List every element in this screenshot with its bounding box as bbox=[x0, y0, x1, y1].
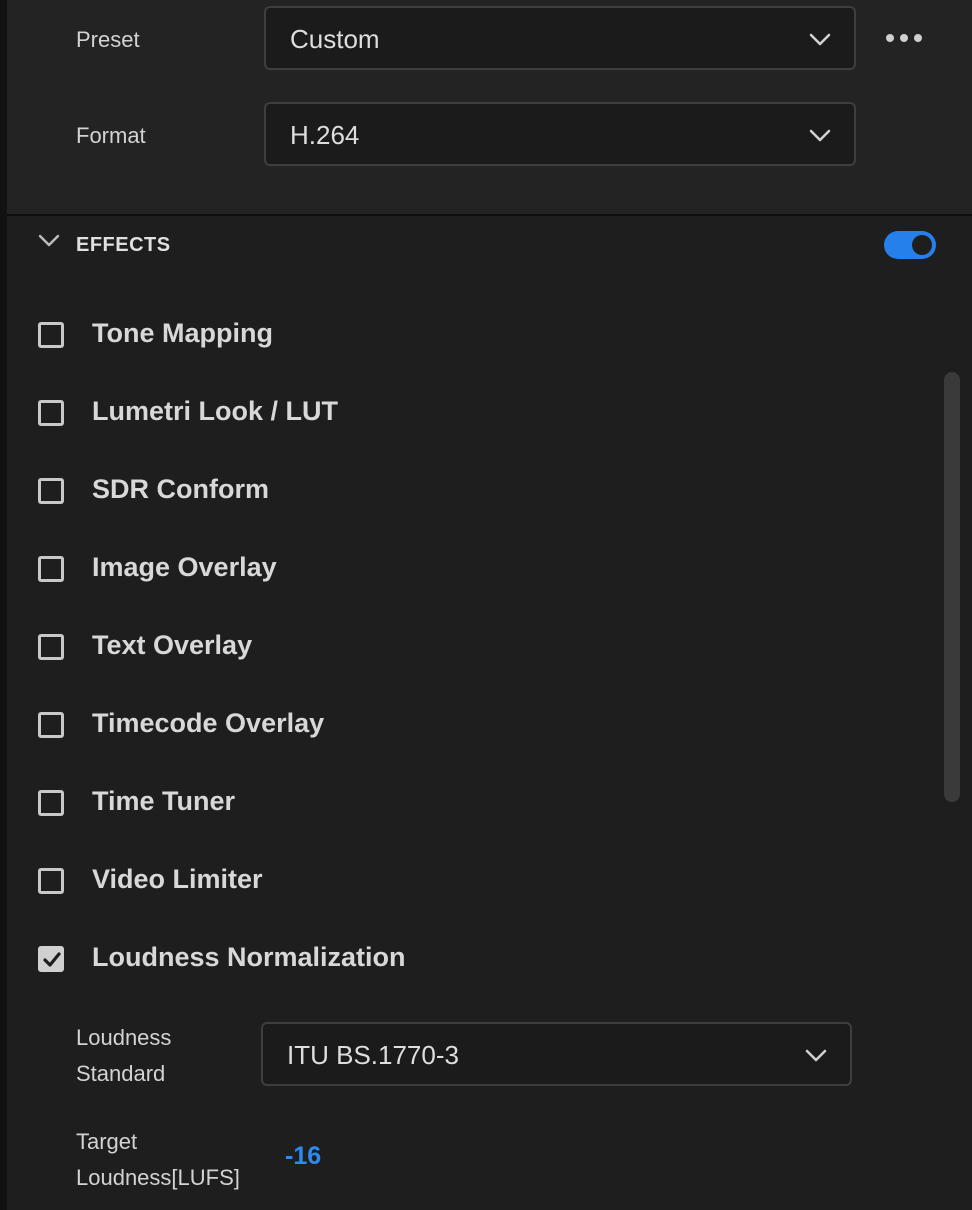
checkbox-unchecked[interactable] bbox=[38, 556, 64, 582]
target-loudness-label-line1: Target bbox=[76, 1129, 138, 1154]
format-label: Format bbox=[76, 123, 146, 148]
effect-label: Text Overlay bbox=[92, 630, 253, 660]
loudness-standard-label-line1: Loudness bbox=[76, 1025, 172, 1050]
chevron-down-icon bbox=[809, 33, 831, 46]
checkbox-unchecked[interactable] bbox=[38, 634, 64, 660]
checkbox-unchecked[interactable] bbox=[38, 712, 64, 738]
effect-label: Loudness Normalization bbox=[92, 942, 406, 972]
checkmark-icon bbox=[43, 952, 61, 967]
checkbox-unchecked[interactable] bbox=[38, 400, 64, 426]
effect-label: Video Limiter bbox=[92, 864, 263, 894]
checkbox-unchecked[interactable] bbox=[38, 868, 64, 894]
scrollbar-thumb[interactable] bbox=[944, 372, 960, 802]
chevron-down-icon bbox=[809, 129, 831, 142]
section-collapse-chevron-icon[interactable] bbox=[36, 230, 62, 252]
chevron-down-icon bbox=[805, 1049, 827, 1062]
effect-label: Time Tuner bbox=[92, 786, 236, 816]
checkbox-unchecked[interactable] bbox=[38, 790, 64, 816]
effect-label: Tone Mapping bbox=[92, 318, 273, 348]
loudness-standard-label-line2: Standard bbox=[76, 1061, 166, 1086]
section-divider bbox=[7, 214, 972, 216]
target-loudness-value[interactable]: -16 bbox=[285, 1142, 321, 1171]
export-settings-panel: Preset Custom Format H.264 EFFECTS Tone … bbox=[0, 0, 972, 1210]
target-loudness-label: Target Loudness[LUFS] bbox=[76, 1124, 256, 1196]
loudness-standard-label: Loudness Standard bbox=[76, 1020, 256, 1092]
effect-label: Image Overlay bbox=[92, 552, 277, 582]
effect-label: SDR Conform bbox=[92, 474, 269, 504]
target-loudness-label-line2: Loudness[LUFS] bbox=[76, 1165, 240, 1190]
loudness-standard-value: ITU BS.1770-3 bbox=[287, 1040, 459, 1070]
checkbox-unchecked[interactable] bbox=[38, 478, 64, 504]
effects-enable-toggle[interactable] bbox=[884, 231, 936, 259]
panel-edge bbox=[0, 0, 7, 1210]
effect-label: Lumetri Look / LUT bbox=[92, 396, 338, 426]
effect-label: Timecode Overlay bbox=[92, 708, 325, 738]
checkbox-checked[interactable] bbox=[38, 946, 64, 972]
effects-section-title: EFFECTS bbox=[76, 234, 171, 256]
checkbox-unchecked[interactable] bbox=[38, 322, 64, 348]
toggle-knob bbox=[912, 235, 932, 255]
format-value: H.264 bbox=[290, 120, 360, 150]
preset-value: Custom bbox=[290, 24, 380, 54]
loudness-standard-dropdown[interactable]: ITU BS.1770-3 bbox=[261, 1022, 852, 1086]
format-dropdown[interactable]: H.264 bbox=[264, 102, 856, 166]
more-icon[interactable] bbox=[884, 28, 924, 48]
preset-dropdown[interactable]: Custom bbox=[264, 6, 856, 70]
preset-label: Preset bbox=[76, 27, 140, 52]
